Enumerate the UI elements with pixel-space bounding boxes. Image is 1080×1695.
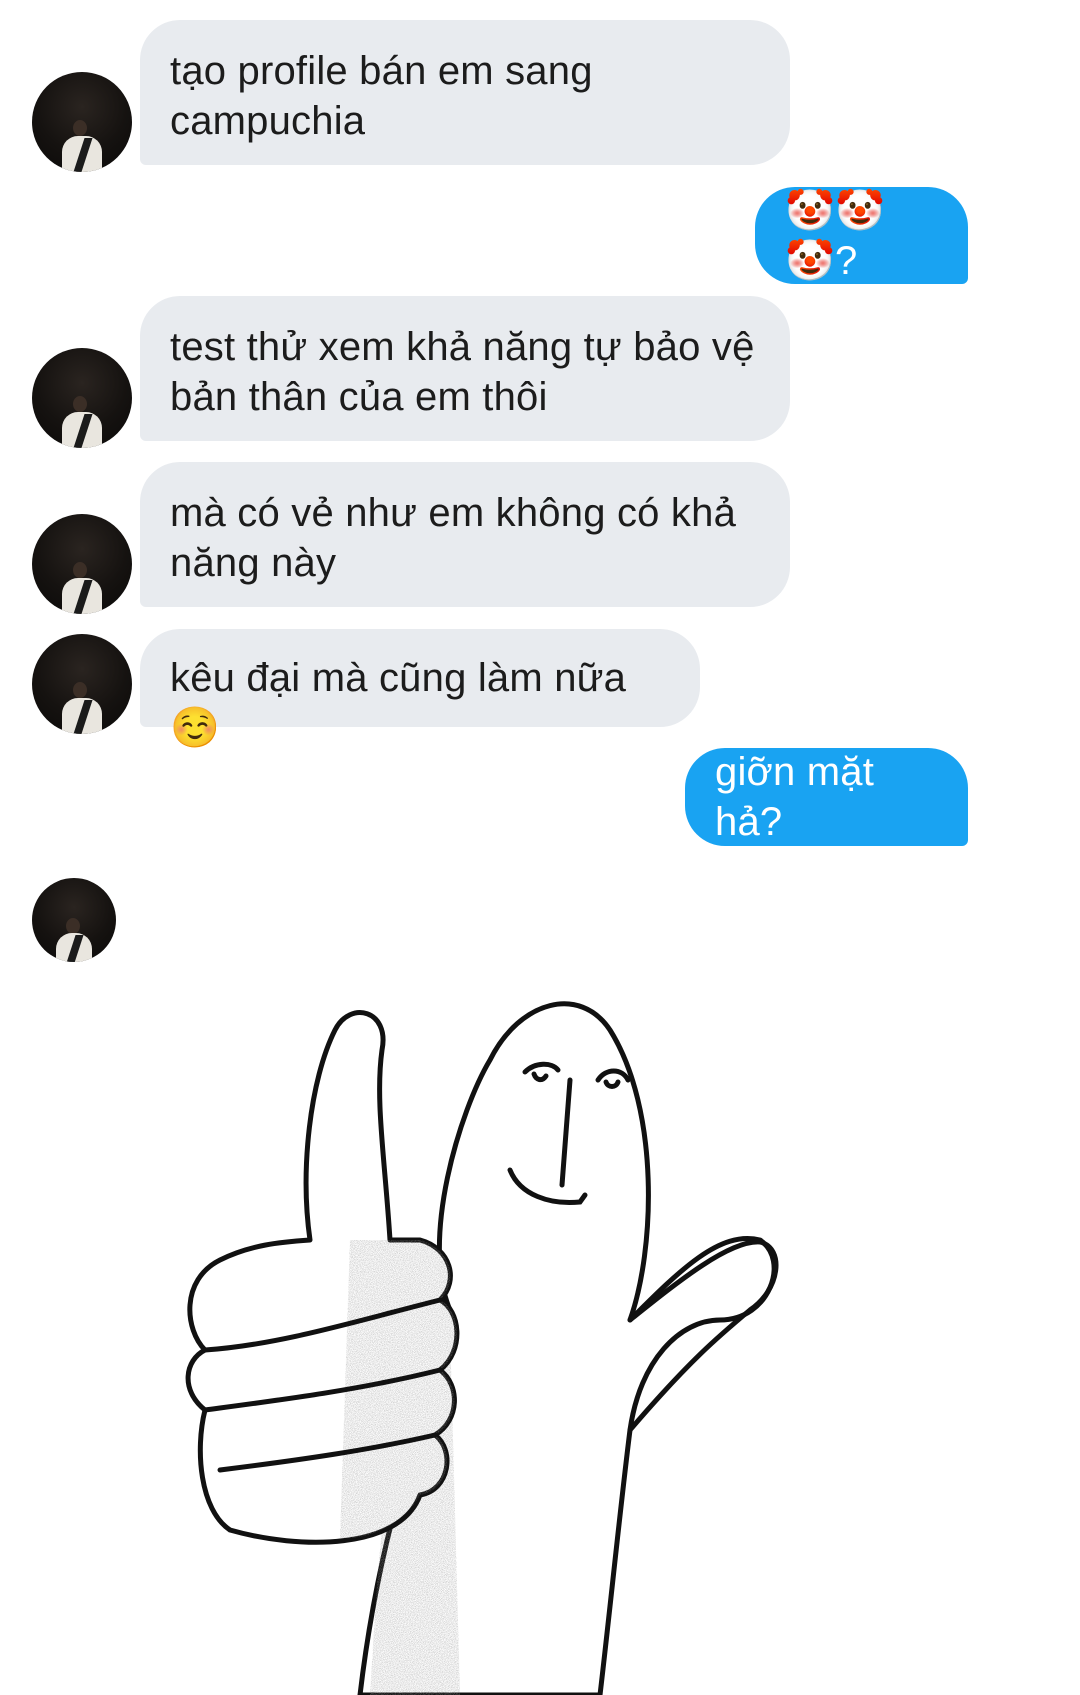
message-text: tạo profile bán em sang campuchia	[170, 49, 593, 143]
sender-avatar[interactable]	[32, 634, 132, 734]
message-text: giỡn mặt hả?	[715, 750, 875, 844]
incoming-message-bubble[interactable]: test thử xem khả năng tự bảo vệ bản thân…	[140, 296, 790, 441]
sender-avatar[interactable]	[32, 878, 116, 962]
avatar-person	[73, 120, 87, 136]
sender-avatar[interactable]	[32, 348, 132, 448]
message-text: kêu đại mà cũng làm nữa ☺️	[170, 656, 627, 750]
avatar-person	[73, 682, 87, 698]
avatar-person	[73, 396, 87, 412]
outgoing-message-bubble[interactable]: 🤡🤡🤡?	[755, 187, 968, 284]
incoming-message-bubble[interactable]: kêu đại mà cũng làm nữa ☺️	[140, 629, 700, 750]
sender-avatar[interactable]	[32, 514, 132, 614]
message-text: mà có vẻ như em không có khả năng này	[170, 491, 737, 585]
message-text: test thử xem khả năng tự bảo vệ bản thân…	[170, 325, 755, 419]
message-text: 🤡🤡🤡?	[785, 188, 886, 283]
avatar-person	[66, 918, 80, 934]
sender-avatar[interactable]	[32, 72, 132, 172]
avatar-person	[73, 562, 87, 578]
thumbs-up-doodle-sticker[interactable]	[160, 990, 860, 1695]
incoming-message-bubble[interactable]: mà có vẻ như em không có khả năng này	[140, 462, 790, 607]
incoming-message-bubble[interactable]: tạo profile bán em sang campuchia	[140, 20, 790, 165]
outgoing-message-bubble[interactable]: giỡn mặt hả?	[685, 748, 968, 846]
